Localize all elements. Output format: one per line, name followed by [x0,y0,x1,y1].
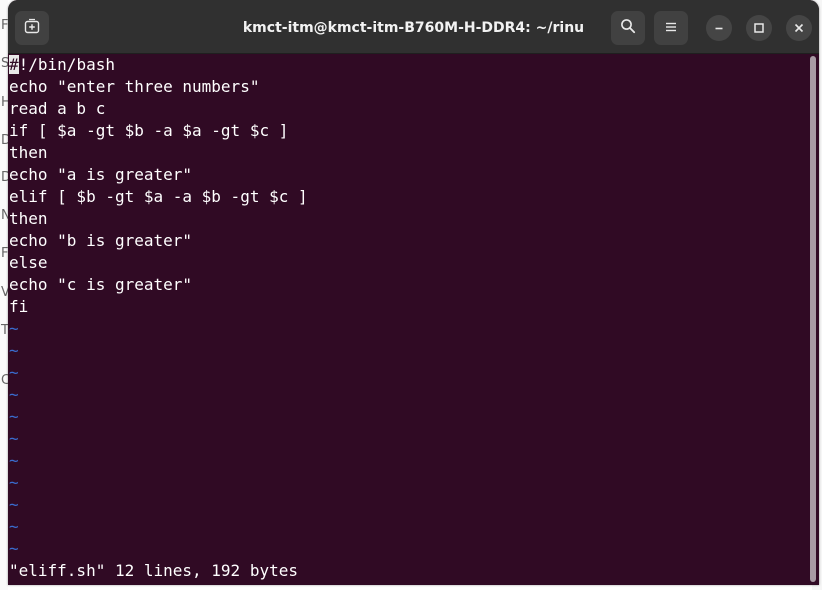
code-line: echo "b is greater" [9,231,193,250]
empty-line-tilde: ~ [9,495,19,514]
status-line: "eliff.sh" 12 lines, 192 bytes [9,561,298,580]
empty-line-tilde: ~ [9,319,19,338]
terminal-window: kmct-itm@kmct-itm-B760M-H-DDR4: ~/rinu #… [8,0,819,585]
empty-line-tilde: ~ [9,517,19,536]
empty-line-tilde: ~ [9,407,19,426]
window-title: kmct-itm@kmct-itm-B760M-H-DDR4: ~/rinu [242,20,585,36]
maximize-icon [753,19,765,38]
empty-line-tilde: ~ [9,429,19,448]
code-line: #!/bin/bash [9,54,115,76]
code-line: echo "a is greater" [9,165,193,184]
minimize-button[interactable] [706,15,732,41]
empty-line-tilde: ~ [9,539,19,558]
new-tab-icon [24,18,40,38]
empty-line-tilde: ~ [9,341,19,360]
code-line: fi [9,297,29,316]
code-line: then [9,209,48,228]
menu-button[interactable] [654,11,688,45]
search-icon [620,18,636,38]
terminal-content[interactable]: #!/bin/bash echo "enter three numbers" r… [8,54,808,585]
hamburger-menu-icon [664,19,678,38]
empty-line-tilde: ~ [9,363,19,382]
empty-line-tilde: ~ [9,473,19,492]
new-tab-button[interactable] [15,11,49,45]
code-line: if [ $a -gt $b -a $a -gt $c ] [9,121,289,140]
maximize-button[interactable] [746,15,772,41]
search-button[interactable] [611,11,645,45]
code-line: echo "c is greater" [9,275,193,294]
close-button[interactable] [786,15,812,41]
code-line-text: !/bin/bash [18,55,115,74]
title-bar[interactable]: kmct-itm@kmct-itm-B760M-H-DDR4: ~/rinu [8,0,819,54]
code-line: else [9,253,48,272]
code-line: read a b c [9,99,106,118]
empty-line-tilde: ~ [9,385,19,404]
scrollbar[interactable] [810,56,816,582]
close-icon [793,19,805,38]
code-line: elif [ $b -gt $a -a $b -gt $c ] [9,187,308,206]
text-cursor: # [9,55,19,74]
empty-line-tilde: ~ [9,451,19,470]
minimize-icon [713,19,725,38]
code-line: echo "enter three numbers" [9,77,260,96]
code-line: then [9,143,48,162]
